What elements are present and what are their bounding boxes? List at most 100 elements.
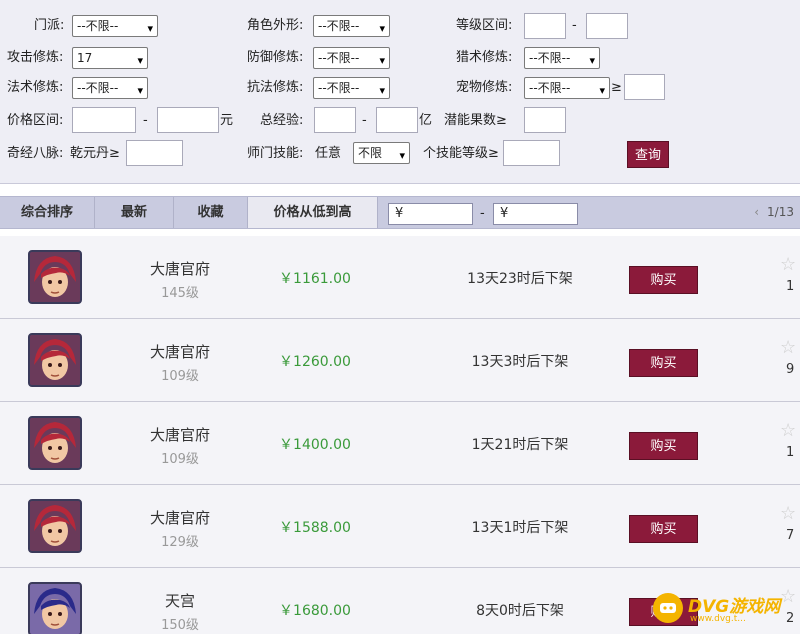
magic-label: 法术修炼:: [7, 80, 64, 95]
defense-select-value: --不限--: [318, 51, 360, 65]
level-min-input[interactable]: [524, 13, 566, 39]
attack-select[interactable]: 17 ▾: [72, 47, 148, 69]
star-icon[interactable]: ☆: [780, 339, 796, 357]
sect-name: 大唐官府: [149, 260, 210, 278]
listing-price: ￥1680.00: [279, 603, 351, 619]
pager-prev-icon[interactable]: ‹: [754, 205, 759, 219]
pet-level-input[interactable]: [624, 74, 665, 100]
pet-label: 宠物修炼:: [456, 80, 513, 95]
price-dash: -: [143, 113, 148, 128]
time-remaining: 1天21时后下架: [471, 437, 569, 453]
attack-label: 攻击修炼:: [7, 50, 64, 65]
appearance-select-value: --不限--: [318, 19, 360, 33]
chevron-down-icon: ▾: [137, 84, 143, 97]
listing-row: 大唐官府 145级 ￥1161.00 13天23时后下架 购买 ☆ 1: [0, 236, 800, 319]
exp-min-input[interactable]: [314, 107, 356, 133]
hunting-label: 猎术修炼:: [456, 50, 513, 65]
character-avatar[interactable]: [28, 333, 82, 387]
star-icon[interactable]: ☆: [780, 256, 796, 274]
listing-price: ￥1161.00: [279, 271, 351, 287]
buy-button[interactable]: 购买: [629, 515, 698, 543]
buy-button[interactable]: 购买: [629, 432, 698, 460]
defense-select[interactable]: --不限-- ▾: [313, 47, 390, 69]
exp-label: 总经验:: [260, 113, 304, 128]
skill-label: 师门技能:: [247, 146, 304, 161]
tab-latest[interactable]: 最新: [95, 197, 174, 228]
character-avatar[interactable]: [28, 416, 82, 470]
sort-bar: 综合排序 最新 收藏 价格从低到高 ¥ - ¥ ‹ 1/13: [0, 196, 800, 229]
price-max-input[interactable]: [157, 107, 219, 133]
tab-price-asc[interactable]: 价格从低到高: [248, 197, 378, 228]
defense-label: 防御修炼:: [247, 50, 304, 65]
character-avatar[interactable]: [28, 499, 82, 553]
buy-button[interactable]: 购买: [629, 266, 698, 294]
time-remaining: 13天1时后下架: [471, 520, 569, 536]
watermark-sub: www.dvg.t...: [690, 614, 746, 624]
potential-input[interactable]: [524, 107, 566, 133]
resist-select-value: --不限--: [318, 81, 360, 95]
time-remaining: 8天0时后下架: [476, 603, 564, 619]
chevron-down-icon: ▾: [379, 54, 385, 67]
price-to-input[interactable]: ¥: [493, 203, 578, 225]
listing-row: 大唐官府 109级 ￥1400.00 1天21时后下架 购买 ☆ 1: [0, 402, 800, 485]
price-range-label: 价格区间:: [7, 113, 64, 128]
star-icon[interactable]: ☆: [780, 422, 796, 440]
character-avatar[interactable]: [28, 250, 82, 304]
sect-name: 大唐官府: [149, 426, 210, 444]
character-avatar[interactable]: [28, 582, 82, 634]
character-level: 109级: [161, 452, 199, 467]
tab-favorites[interactable]: 收藏: [174, 197, 248, 228]
sect-label: 门派:: [34, 18, 65, 33]
favorite-count: 7: [786, 528, 795, 543]
meridian-input[interactable]: [126, 140, 183, 166]
query-button[interactable]: 查询: [627, 141, 669, 168]
buy-button[interactable]: 购买: [629, 349, 698, 377]
skill-select[interactable]: 不限 ▾: [353, 142, 410, 164]
skill-level-input[interactable]: [503, 140, 560, 166]
favorite-count: 1: [786, 279, 795, 294]
character-level: 150级: [161, 618, 199, 633]
exp-max-input[interactable]: [376, 107, 418, 133]
watermark-logo: DVG游戏网 www.dvg.t...: [650, 590, 800, 630]
pager-text: 1/13: [767, 205, 794, 219]
chevron-down-icon: ▾: [137, 54, 143, 67]
pager: ‹ 1/13: [754, 197, 794, 228]
appearance-select[interactable]: --不限-- ▾: [313, 15, 390, 37]
tab-overall[interactable]: 综合排序: [0, 197, 95, 228]
resist-select[interactable]: --不限-- ▾: [313, 77, 390, 99]
time-remaining: 13天23时后下架: [467, 271, 573, 287]
magic-select-value: --不限--: [77, 81, 119, 95]
sect-name: 大唐官府: [149, 343, 210, 361]
exp-dash: -: [362, 113, 367, 128]
price-from-input[interactable]: ¥: [388, 203, 473, 225]
hunting-select[interactable]: --不限-- ▾: [524, 47, 600, 69]
attack-select-value: 17: [77, 51, 93, 65]
sect-name: 天宫: [164, 592, 195, 610]
hunting-select-value: --不限--: [529, 51, 571, 65]
listing-row: 大唐官府 129级 ￥1588.00 13天1时后下架 购买 ☆ 7: [0, 485, 800, 568]
sect-select[interactable]: --不限-- ▾: [72, 15, 158, 37]
skill-any-label: 任意: [315, 146, 342, 161]
meridian-label: 奇经八脉:: [7, 146, 64, 161]
chevron-down-icon: ▾: [399, 149, 405, 162]
pet-select[interactable]: --不限-- ▾: [524, 77, 610, 99]
sect-select-value: --不限--: [77, 19, 119, 33]
potential-label: 潜能果数≥: [444, 113, 507, 128]
filter-panel: 门派: --不限-- ▾ 角色外形: --不限-- ▾ 等级区间: - 攻击修炼: …: [0, 0, 800, 184]
star-icon[interactable]: ☆: [780, 505, 796, 523]
level-range-label: 等级区间:: [456, 18, 513, 33]
chevron-down-icon: ▾: [379, 84, 385, 97]
character-level: 129级: [161, 535, 199, 550]
pet-gte: ≥: [611, 80, 622, 95]
level-max-input[interactable]: [586, 13, 628, 39]
skill-level-label: 个技能等级≥: [423, 146, 499, 161]
listing-row: 大唐官府 109级 ￥1260.00 13天3时后下架 购买 ☆ 9: [0, 319, 800, 402]
chevron-down-icon: ▾: [589, 54, 595, 67]
character-level: 145级: [161, 286, 199, 301]
price-min-input[interactable]: [72, 107, 136, 133]
chevron-down-icon: ▾: [379, 22, 385, 35]
skill-select-value: 不限: [358, 146, 383, 160]
magic-select[interactable]: --不限-- ▾: [72, 77, 148, 99]
character-level: 109级: [161, 369, 199, 384]
exp-unit: 亿: [419, 113, 433, 128]
